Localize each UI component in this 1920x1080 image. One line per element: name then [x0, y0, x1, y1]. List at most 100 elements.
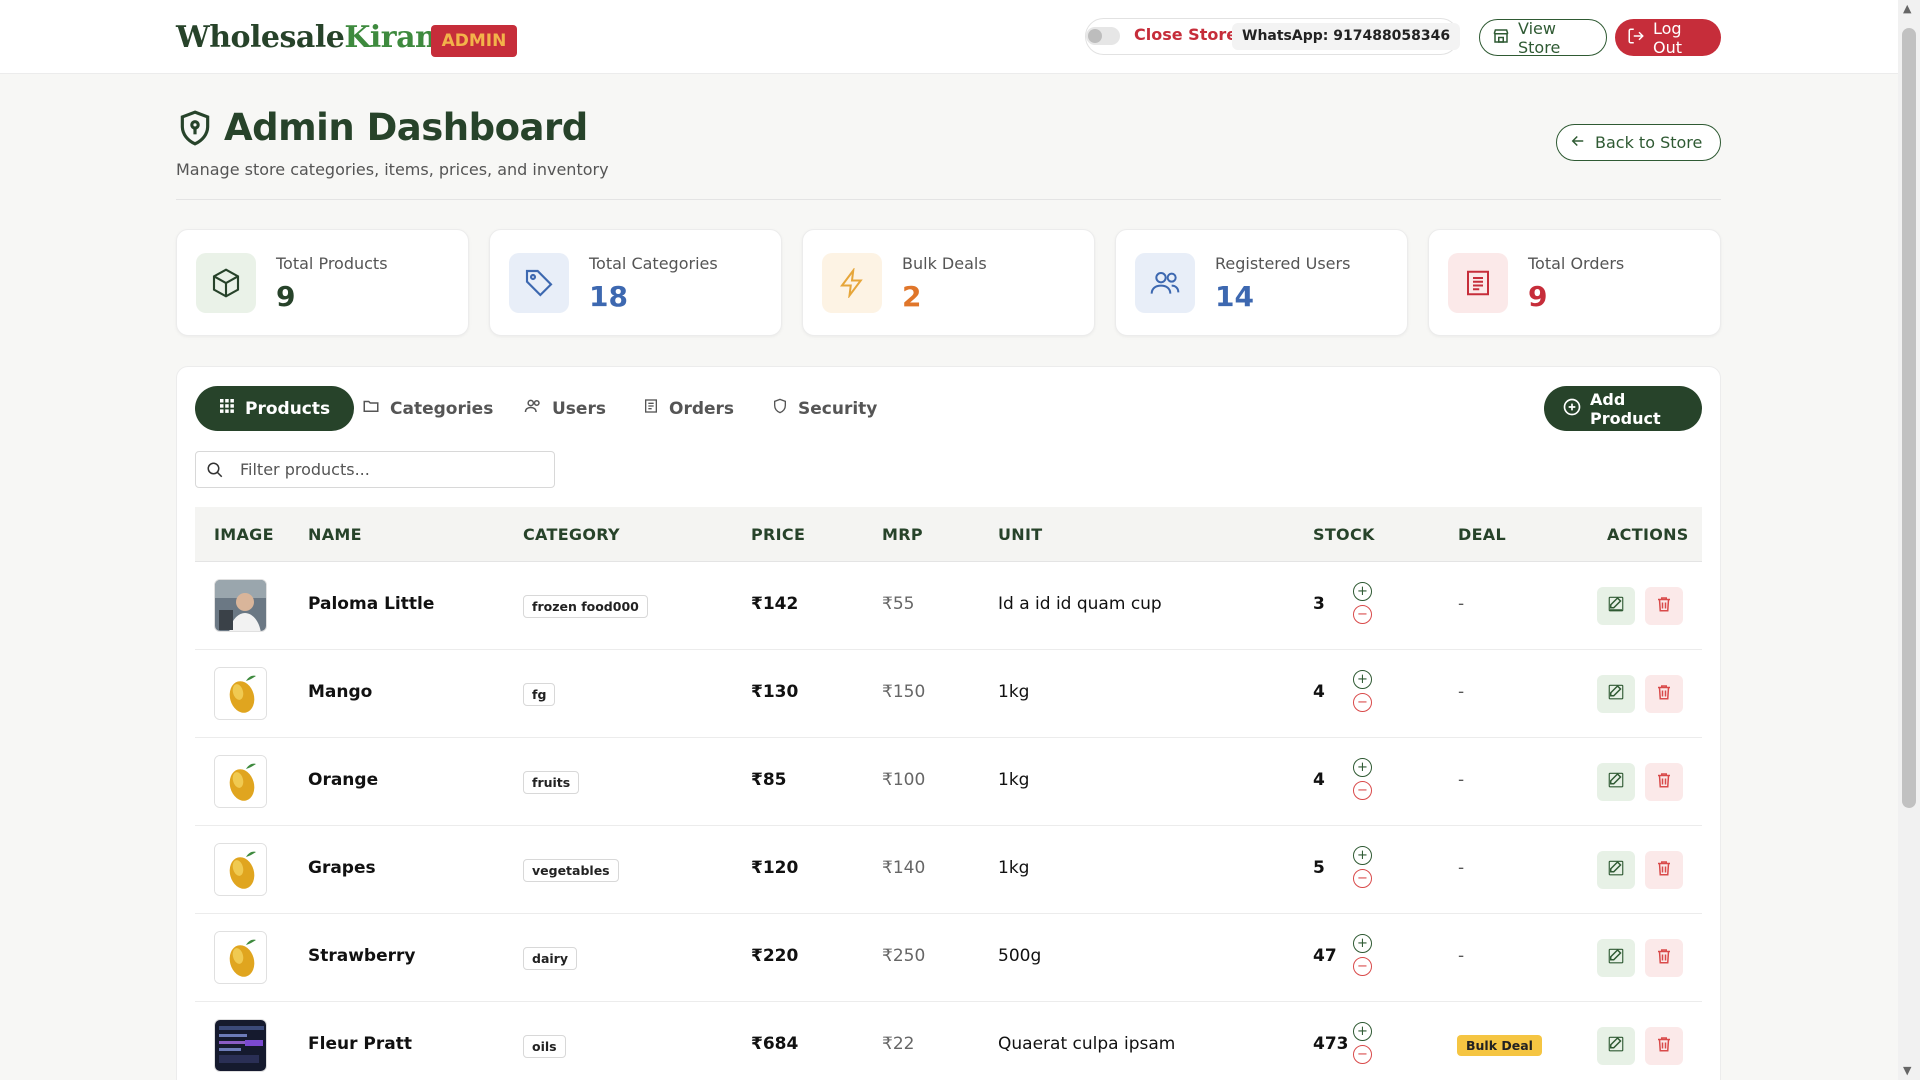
users-icon	[1135, 253, 1195, 313]
back-to-store-label: Back to Store	[1595, 133, 1703, 152]
product-image	[214, 843, 267, 896]
scroll-up-icon[interactable]: ▲	[1903, 2, 1911, 15]
table-row: Strawberry dairy ₹220 ₹250 500g 47 + − -	[195, 914, 1702, 1002]
box-icon	[196, 253, 256, 313]
stock-increase-button[interactable]: +	[1353, 934, 1372, 953]
tab-label: Categories	[390, 398, 494, 419]
view-store-button[interactable]: View Store	[1479, 18, 1607, 57]
logout-button[interactable]: Log Out	[1615, 19, 1721, 57]
delete-button[interactable]	[1645, 587, 1683, 625]
stock-decrease-button[interactable]: −	[1353, 605, 1372, 624]
scrollbar-thumb[interactable]	[1902, 28, 1916, 808]
page-title: Admin Dashboard	[224, 106, 588, 149]
table-header: IMAGE NAME CATEGORY PRICE MRP UNIT STOCK…	[195, 507, 1702, 562]
deal-value: -	[1458, 682, 1465, 702]
stock-decrease-button[interactable]: −	[1353, 1045, 1372, 1064]
stat-card-categories: Total Categories 18	[489, 229, 782, 336]
col-name: NAME	[308, 525, 362, 544]
product-stock: 5	[1313, 858, 1325, 878]
shield-icon	[772, 397, 788, 420]
product-image	[214, 1019, 267, 1072]
stat-label: Registered Users	[1215, 254, 1351, 273]
delete-button[interactable]	[1645, 939, 1683, 977]
product-price: ₹684	[751, 1034, 799, 1054]
col-price: PRICE	[751, 525, 806, 544]
add-product-button[interactable]: Add Product	[1544, 386, 1702, 431]
edit-button[interactable]	[1597, 587, 1635, 625]
stock-decrease-button[interactable]: −	[1353, 957, 1372, 976]
view-store-label: View Store	[1518, 18, 1561, 57]
edit-icon	[1607, 947, 1625, 969]
add-product-label: Add Product	[1590, 389, 1661, 428]
stock-increase-button[interactable]: +	[1353, 582, 1372, 601]
edit-button[interactable]	[1597, 939, 1635, 977]
product-mrp: ₹100	[882, 770, 926, 790]
product-mrp: ₹22	[882, 1034, 915, 1054]
stock-decrease-button[interactable]: −	[1353, 869, 1372, 888]
product-price: ₹142	[751, 594, 799, 614]
stock-controls: + −	[1353, 670, 1372, 716]
table-row: Fleur Pratt oils ₹684 ₹22 Quaerat culpa …	[195, 1002, 1702, 1080]
tab-security[interactable]: Security	[748, 386, 901, 431]
edit-button[interactable]	[1597, 1027, 1635, 1065]
stat-value: 14	[1215, 280, 1254, 313]
grid-icon	[219, 398, 235, 419]
stat-label: Bulk Deals	[902, 254, 987, 273]
toggle-knob	[1088, 29, 1102, 43]
product-mrp: ₹140	[882, 858, 926, 878]
tab-label: Users	[552, 398, 606, 419]
table-row: Mango fg ₹130 ₹150 1kg 4 + − -	[195, 650, 1702, 738]
stock-increase-button[interactable]: +	[1353, 758, 1372, 777]
product-unit: 1kg	[998, 858, 1030, 878]
stat-card-bulk-deals: Bulk Deals 2	[802, 229, 1095, 336]
edit-button[interactable]	[1597, 675, 1635, 713]
category-badge: oils	[523, 1035, 566, 1058]
trash-icon	[1655, 1035, 1673, 1057]
col-stock: STOCK	[1313, 525, 1375, 544]
stock-increase-button[interactable]: +	[1353, 846, 1372, 865]
stat-label: Total Products	[276, 254, 388, 273]
delete-button[interactable]	[1645, 675, 1683, 713]
edit-icon	[1607, 1035, 1625, 1057]
stock-controls: + −	[1353, 934, 1372, 980]
tab-categories[interactable]: Categories	[338, 386, 517, 431]
product-name: Orange	[308, 770, 379, 790]
trash-icon	[1655, 771, 1673, 793]
category-badge: dairy	[523, 947, 577, 970]
product-name: Mango	[308, 682, 373, 702]
delete-button[interactable]	[1645, 1027, 1683, 1065]
product-mrp: ₹250	[882, 946, 926, 966]
brand-logo[interactable]: WholesaleKirana	[176, 20, 456, 55]
product-mrp: ₹150	[882, 682, 926, 702]
scroll-down-icon[interactable]: ▼	[1903, 1064, 1911, 1077]
close-store-label[interactable]: Close Store	[1134, 25, 1237, 44]
tab-products[interactable]: Products	[195, 386, 355, 431]
tab-label: Products	[245, 398, 331, 419]
stock-decrease-button[interactable]: −	[1353, 693, 1372, 712]
stock-increase-button[interactable]: +	[1353, 1022, 1372, 1041]
bulk-deal-badge: Bulk Deal	[1457, 1035, 1542, 1056]
stock-increase-button[interactable]: +	[1353, 670, 1372, 689]
users-icon	[524, 397, 542, 420]
edit-icon	[1607, 771, 1625, 793]
product-unit: 1kg	[998, 682, 1030, 702]
product-name: Strawberry	[308, 946, 416, 966]
edit-button[interactable]	[1597, 851, 1635, 889]
store-open-toggle[interactable]	[1086, 27, 1120, 45]
stock-decrease-button[interactable]: −	[1353, 781, 1372, 800]
product-stock: 3	[1313, 594, 1325, 614]
delete-button[interactable]	[1645, 763, 1683, 801]
admin-badge: ADMIN	[431, 25, 517, 57]
trash-icon	[1655, 595, 1673, 617]
tab-orders[interactable]: Orders	[619, 386, 758, 431]
search-icon	[206, 461, 224, 483]
tab-label: Orders	[669, 398, 735, 419]
tab-users[interactable]: Users	[500, 386, 630, 431]
back-to-store-button[interactable]: Back to Store	[1556, 124, 1721, 161]
edit-button[interactable]	[1597, 763, 1635, 801]
search-input[interactable]	[240, 452, 540, 487]
stock-controls: + −	[1353, 1022, 1372, 1068]
delete-button[interactable]	[1645, 851, 1683, 889]
product-unit: 500g	[998, 946, 1042, 966]
stat-card-users: Registered Users 14	[1115, 229, 1408, 336]
